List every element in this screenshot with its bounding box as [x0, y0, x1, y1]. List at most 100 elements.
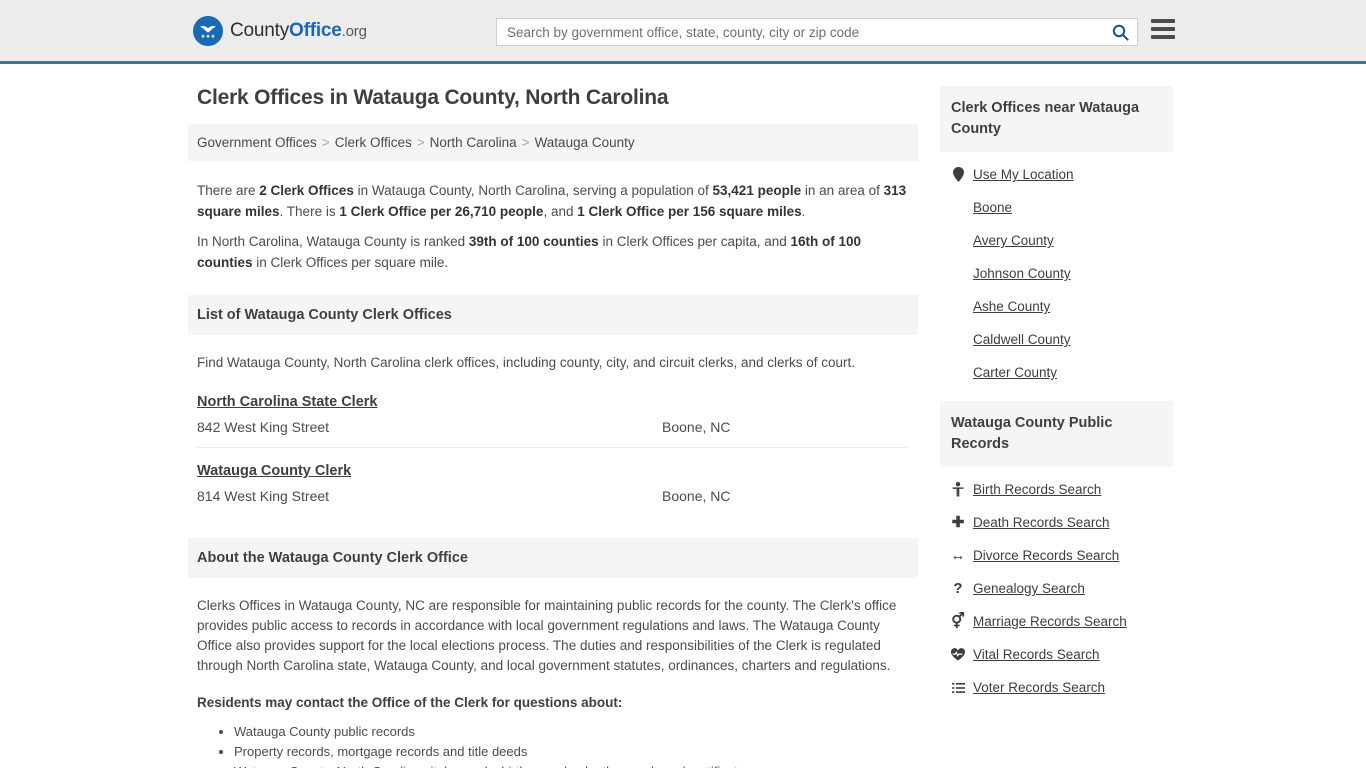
- icon-glyph: ↔: [950, 547, 966, 564]
- sidebar-record-item-label: Birth Records Search: [973, 482, 1102, 497]
- intro-paragraph-1: There are 2 Clerk Offices in Watauga Cou…: [197, 180, 909, 222]
- sidebar-record-item-label: Death Records Search: [973, 515, 1110, 530]
- sidebar-public-records-links: Birth Records Search ✚ Death Records Searc…: [940, 467, 1173, 704]
- question-mark-icon: ?: [951, 581, 965, 596]
- sidebar-nearby-item-label: Caldwell County: [973, 332, 1071, 347]
- page-title: Clerk Offices in Watauga County, North C…: [197, 86, 669, 109]
- office-city-state: Boone, NC: [662, 419, 731, 435]
- list-section-body: Find Watauga County, North Carolina cler…: [188, 353, 918, 516]
- stat-text: in Clerk Offices per capita, and: [598, 234, 791, 249]
- list-section-lead: Find Watauga County, North Carolina cler…: [197, 355, 856, 370]
- stat-text: In North Carolina, Watauga County is ran…: [197, 234, 469, 249]
- sidebar-record-item-link[interactable]: Birth Records Search: [951, 473, 1162, 506]
- sidebar-nearby-item-label: Avery County: [973, 233, 1054, 248]
- sidebar-record-item-link[interactable]: ? Genealogy Search: [951, 572, 1162, 605]
- office-row: Watauga County Clerk 814 West King Street…: [197, 448, 909, 516]
- page-body: Clerk Offices in Watauga County, North C…: [0, 64, 1366, 768]
- sidebar-nearby-item-link[interactable]: Use My Location: [951, 158, 1162, 191]
- about-bullet-item: Property records, mortgage records and t…: [234, 742, 909, 762]
- sidebar-nearby-item-link[interactable]: Carter County: [951, 356, 1162, 389]
- search-input[interactable]: [497, 19, 1103, 45]
- sidebar-nearby-item-link[interactable]: Avery County: [951, 224, 1162, 257]
- sidebar-nearby-item-link[interactable]: Johnson County: [951, 257, 1162, 290]
- about-paragraph: Clerks Offices in Watauga County, NC are…: [197, 598, 897, 673]
- intro-statistics: There are 2 Clerk Offices in Watauga Cou…: [188, 161, 918, 273]
- sidebar-record-item-label: Divorce Records Search: [973, 548, 1120, 563]
- breadcrumb-item[interactable]: Clerk Offices: [335, 135, 412, 150]
- map-pin-icon: [951, 167, 965, 182]
- sidebar-nearby-item-label: Johnson County: [973, 266, 1071, 281]
- list-section-heading: List of Watauga County Clerk Offices: [188, 295, 918, 335]
- stat-value: 2 Clerk Offices: [259, 183, 354, 198]
- about-subheading: Residents may contact the Office of the …: [197, 695, 623, 710]
- breadcrumb-item[interactable]: North Carolina: [430, 135, 517, 150]
- sidebar-nearby-box: Clerk Offices near Watauga County Use My…: [940, 86, 1173, 389]
- icon-glyph: ?: [953, 580, 963, 597]
- sidebar-nearby-heading: Clerk Offices near Watauga County: [940, 86, 1173, 152]
- breadcrumb-separator: >: [521, 135, 530, 150]
- sidebar-record-item-link[interactable]: ⚥ Marriage Records Search: [951, 605, 1162, 638]
- sidebar-record-item-label: Genealogy Search: [973, 581, 1085, 596]
- sidebar-nearby-item-link[interactable]: Ashe County: [951, 290, 1162, 323]
- office-detail: 842 West King Street Boone, NC: [197, 419, 909, 435]
- stat-text: There are: [197, 183, 260, 198]
- office-list: North Carolina State Clerk 842 West King …: [197, 379, 909, 516]
- sidebar-nearby-item-link[interactable]: Caldwell County: [951, 323, 1162, 356]
- logo-text-part3: .org: [341, 22, 367, 40]
- office-name-link[interactable]: Watauga County Clerk: [197, 463, 351, 479]
- about-section-body: Clerks Offices in Watauga County, NC are…: [188, 596, 918, 768]
- sidebar-public-records-box: Watauga County Public Records Birth Reco…: [940, 401, 1173, 704]
- sidebar-nearby-item-link[interactable]: Boone: [951, 191, 1162, 224]
- heart-pulse-icon: [951, 648, 965, 661]
- office-name-link[interactable]: North Carolina State Clerk: [197, 394, 378, 410]
- sidebar-record-item-link[interactable]: Vital Records Search: [951, 638, 1162, 671]
- sidebar-record-item-link[interactable]: ↔ Divorce Records Search: [951, 539, 1162, 572]
- stat-value: 1 Clerk Office per 26,710 people: [339, 204, 544, 219]
- office-address: 814 West King Street: [197, 488, 330, 504]
- icon-glyph: ⚥: [951, 613, 965, 630]
- venus-mars-icon: ⚥: [951, 614, 965, 629]
- breadcrumb-separator: >: [416, 135, 425, 150]
- search-icon: [1112, 24, 1129, 41]
- hamburger-bar: [1151, 35, 1175, 39]
- search-bar[interactable]: [496, 18, 1138, 46]
- stat-text: . There is: [279, 204, 340, 219]
- about-section-heading: About the Watauga County Clerk Office: [188, 538, 918, 578]
- stat-text: in an area of: [801, 183, 884, 198]
- icon-glyph: ✚: [951, 514, 965, 531]
- stat-text: in Clerk Offices per square mile.: [252, 255, 449, 270]
- logo-text-part2: Office: [289, 19, 342, 41]
- about-bullet-item: Watauga County, North Carolina vital rec…: [234, 762, 909, 768]
- site-logo[interactable]: CountyOffice.org: [193, 15, 367, 46]
- office-row: North Carolina State Clerk 842 West King …: [197, 379, 909, 448]
- left-right-arrow-icon: ↔: [950, 547, 966, 564]
- breadcrumb-item[interactable]: Watauga County: [535, 135, 635, 150]
- sidebar-nearby-item-label: Carter County: [973, 365, 1058, 380]
- cross-icon: ✚: [951, 515, 965, 530]
- sidebar-nearby-item-label: Use My Location: [973, 167, 1074, 182]
- hamburger-bar: [1151, 27, 1175, 31]
- stat-value: 39th of 100 counties: [468, 234, 599, 249]
- search-button[interactable]: [1103, 19, 1137, 45]
- stat-text: in Watauga County, North Carolina, servi…: [353, 183, 713, 198]
- sidebar-nearby-links: Use My Location Boone Avery County Johnson …: [940, 152, 1173, 389]
- stat-value: 1 Clerk Office per 156 square miles: [577, 204, 802, 219]
- hamburger-bar: [1151, 19, 1175, 23]
- logo-text-part1: County: [230, 19, 290, 41]
- baby-icon: [951, 482, 965, 497]
- about-bullet-item: Watauga County public records: [234, 722, 909, 742]
- office-address: 842 West King Street: [197, 419, 330, 435]
- stat-text: .: [801, 204, 806, 219]
- hamburger-menu-icon[interactable]: [1151, 19, 1175, 39]
- sidebar-record-item-label: Marriage Records Search: [973, 614, 1127, 629]
- sidebar-record-item-link[interactable]: ✚ Death Records Search: [951, 506, 1162, 539]
- stat-text: , and: [543, 204, 578, 219]
- intro-paragraph-2: In North Carolina, Watauga County is ran…: [197, 231, 909, 273]
- sidebar-record-item-label: Vital Records Search: [973, 647, 1100, 662]
- sidebar-public-records-heading: Watauga County Public Records: [940, 401, 1173, 467]
- breadcrumb-item[interactable]: Government Offices: [197, 135, 317, 150]
- sidebar: Clerk Offices near Watauga County Use My…: [940, 86, 1173, 716]
- sidebar-record-item-label: Voter Records Search: [973, 680, 1106, 695]
- sidebar-record-item-link[interactable]: Voter Records Search: [951, 671, 1162, 704]
- office-detail: 814 West King Street Boone, NC: [197, 488, 909, 504]
